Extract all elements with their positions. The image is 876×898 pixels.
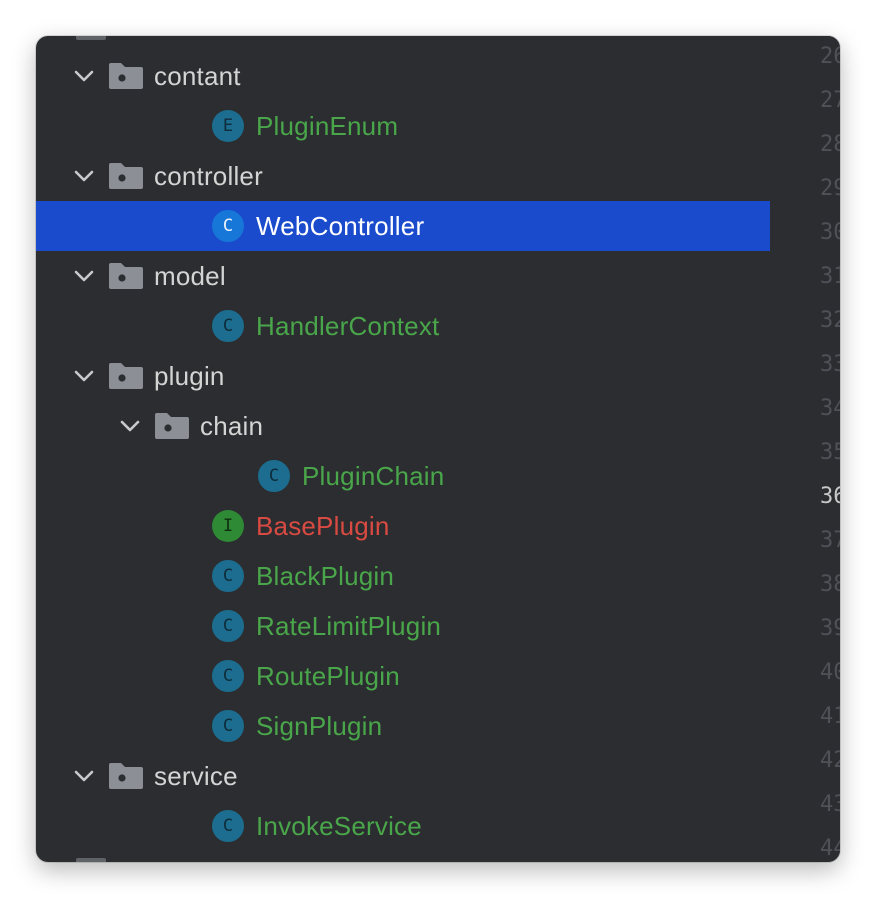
enum-icon: E (212, 110, 244, 142)
line-number: 39 (820, 616, 840, 641)
tree-item-label: RateLimitPlugin (256, 610, 442, 641)
line-number: 29 (820, 176, 840, 201)
line-number: 40 (820, 660, 840, 685)
chevron-down-icon[interactable] (72, 64, 96, 88)
tree-file-row[interactable]: C WebController (36, 201, 770, 251)
package-folder-icon (108, 362, 144, 390)
scrolled-folder-stub-top (76, 36, 106, 40)
line-number: 44 (820, 836, 840, 861)
tree-item-label: WebController (256, 210, 425, 241)
tree-file-row[interactable]: C SignPlugin (36, 701, 770, 751)
tree-file-row[interactable]: I BasePlugin (36, 501, 770, 551)
line-number: 28 (820, 132, 840, 157)
tree-item-label: model (154, 260, 226, 291)
tree-file-row[interactable]: C RateLimitPlugin (36, 601, 770, 651)
tree-file-row[interactable]: C RoutePlugin (36, 651, 770, 701)
line-number: 36 (820, 484, 840, 509)
chevron-down-icon[interactable] (72, 764, 96, 788)
class-icon: C (212, 610, 244, 642)
chevron-down-icon[interactable] (72, 364, 96, 388)
tree-item-label: plugin (154, 360, 225, 391)
tree-item-label: HandlerContext (256, 310, 440, 341)
line-number: 43 (820, 792, 840, 817)
tree-item-label: BlackPlugin (256, 560, 395, 591)
line-number: 42 (820, 748, 840, 773)
class-icon: C (212, 660, 244, 692)
class-icon: C (212, 560, 244, 592)
class-icon: C (258, 460, 290, 492)
tree-folder-row[interactable]: chain (36, 401, 770, 451)
line-number: 30 (820, 220, 840, 245)
line-number: 38 (820, 572, 840, 597)
line-number: 34 (820, 396, 840, 421)
tree-item-label: service (154, 760, 238, 791)
tree-item-label: chain (200, 410, 264, 441)
package-folder-icon (108, 62, 144, 90)
tree-file-row[interactable]: C PluginChain (36, 451, 770, 501)
chevron-down-icon[interactable] (72, 264, 96, 288)
package-folder-icon (108, 762, 144, 790)
tree-item-label: PluginEnum (256, 110, 399, 141)
chevron-down-icon[interactable] (118, 414, 142, 438)
class-icon: C (212, 810, 244, 842)
tree-item-label: controller (154, 160, 263, 191)
line-number: 37 (820, 528, 840, 553)
tree-folder-row[interactable]: service (36, 751, 770, 801)
line-numbers: 26 27 28 29 30 31 32 33 34 35 36 37 38 39 40 41 42 43 44 (806, 36, 840, 862)
tree-file-row[interactable]: C HandlerContext (36, 301, 770, 351)
tree-item-label: PluginChain (302, 460, 445, 491)
class-icon: C (212, 210, 244, 242)
chevron-down-icon[interactable] (72, 164, 96, 188)
tree-folder-row[interactable]: contant (36, 51, 770, 101)
package-folder-icon (108, 262, 144, 290)
tree-folder-row[interactable]: controller (36, 151, 770, 201)
line-number: 35 (820, 440, 840, 465)
line-number: 27 (820, 88, 840, 113)
package-folder-icon (154, 412, 190, 440)
line-number: 41 (820, 704, 840, 729)
tree-file-row[interactable]: C InvokeService (36, 801, 770, 851)
line-number: 26 (820, 44, 840, 69)
ide-window: contant E PluginEnum controller C WebControll… (36, 36, 840, 862)
line-number: 33 (820, 352, 840, 377)
class-icon: C (212, 310, 244, 342)
tree-item-label: SignPlugin (256, 710, 383, 741)
class-icon: C (212, 710, 244, 742)
interface-icon: I (212, 510, 244, 542)
tree-item-label: contant (154, 60, 241, 91)
tree-item-label: BasePlugin (256, 510, 390, 541)
tree-folder-row[interactable]: model (36, 251, 770, 301)
line-number: 31 (820, 264, 840, 289)
scrolled-folder-stub-bottom (76, 858, 106, 862)
tree-file-row[interactable]: C BlackPlugin (36, 551, 770, 601)
tree-item-label: InvokeService (256, 810, 422, 841)
tree-item-label: RoutePlugin (256, 660, 400, 691)
project-tree[interactable]: contant E PluginEnum controller C WebControll… (36, 36, 806, 862)
tree-folder-row[interactable]: plugin (36, 351, 770, 401)
tree-file-row[interactable]: E PluginEnum (36, 101, 770, 151)
package-folder-icon (108, 162, 144, 190)
line-number: 32 (820, 308, 840, 333)
